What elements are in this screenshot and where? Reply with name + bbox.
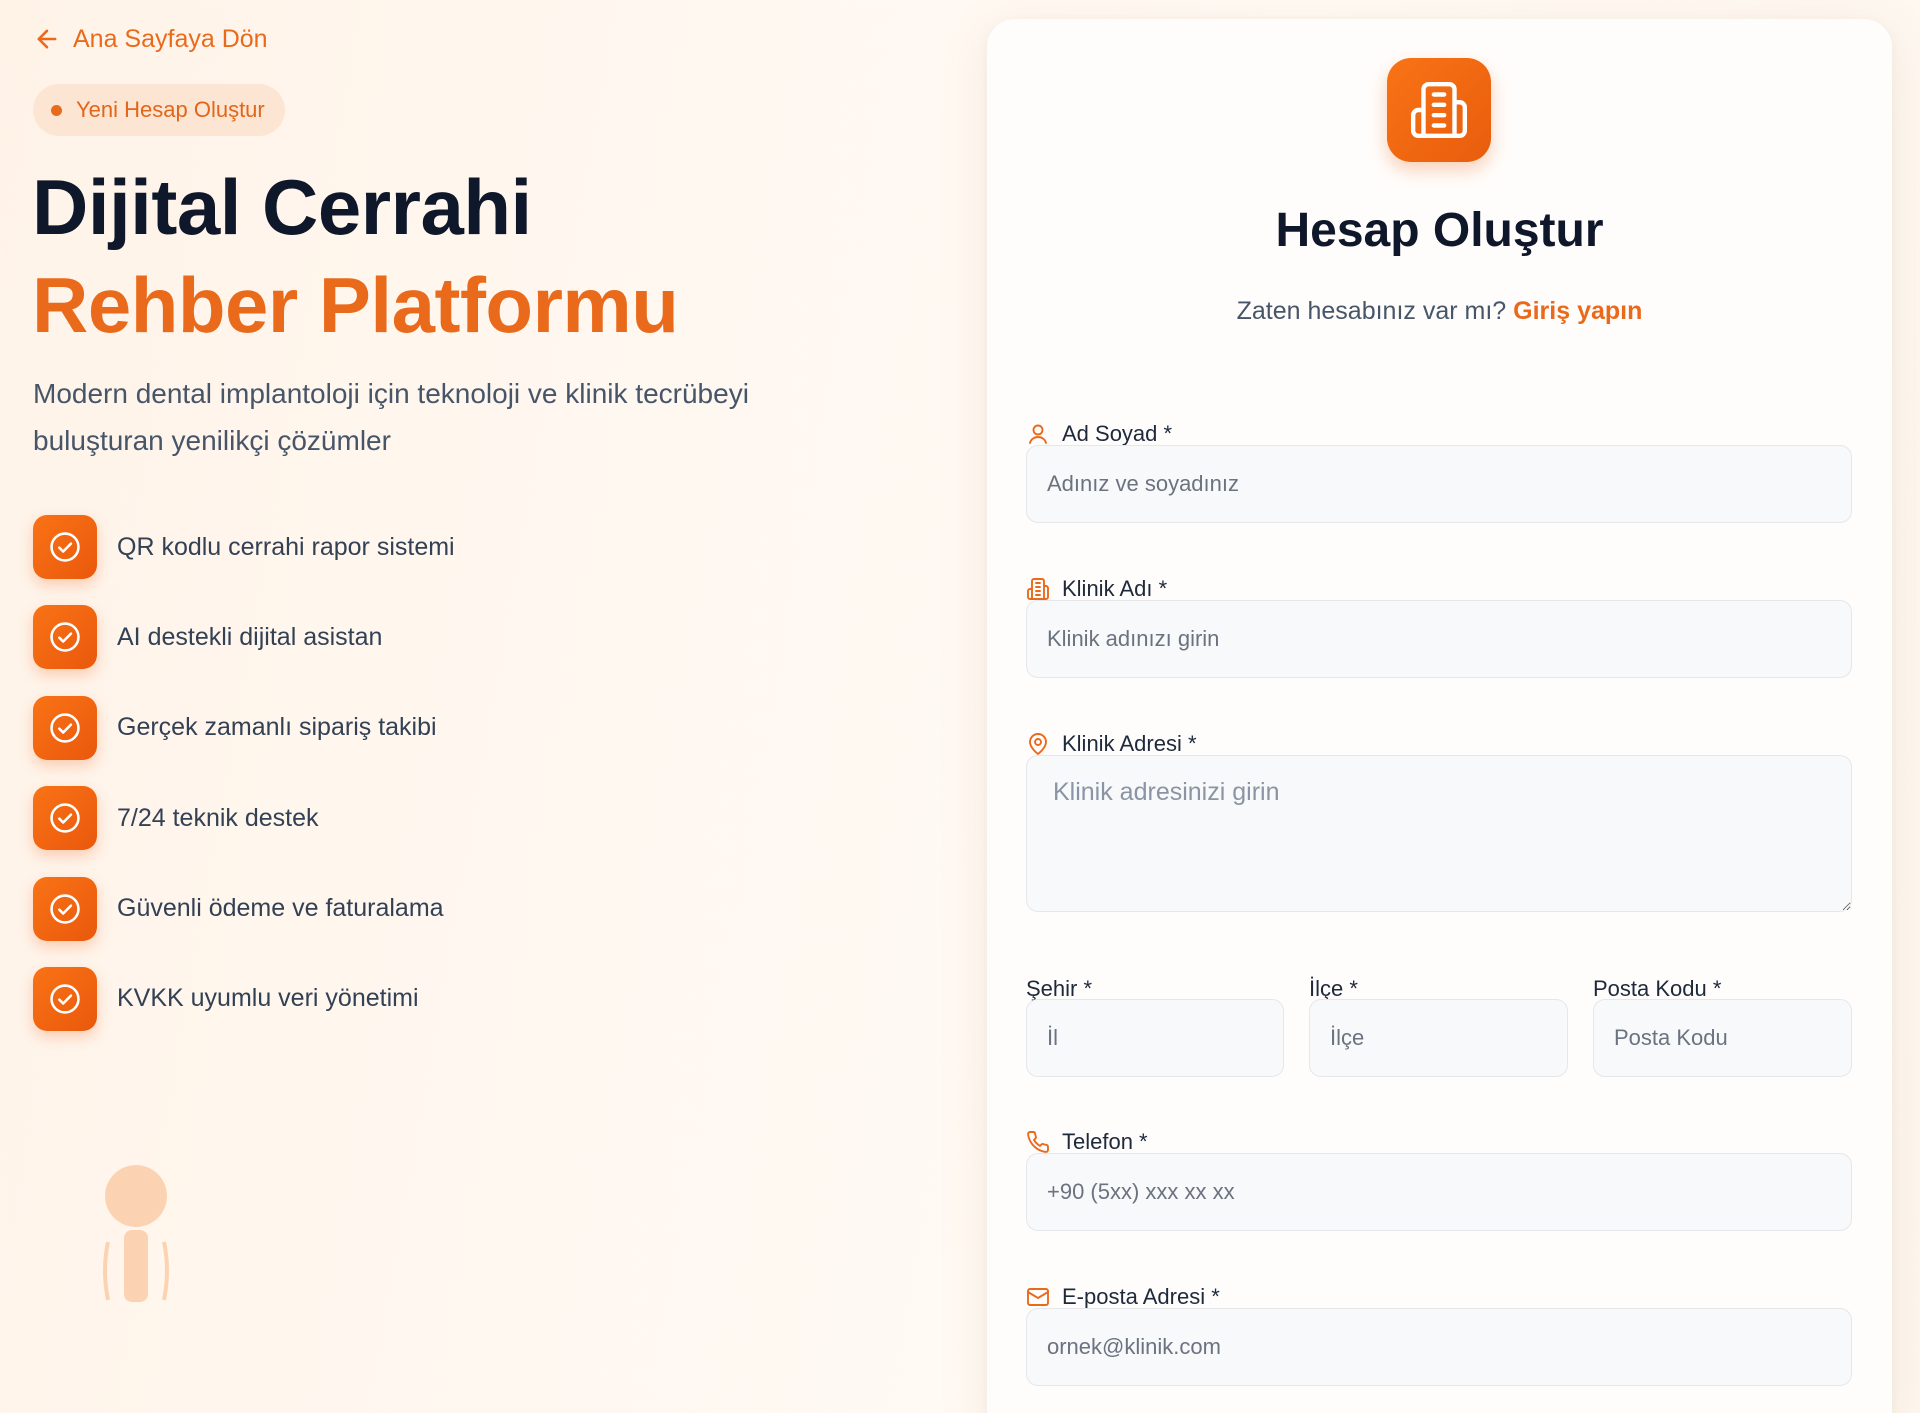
hero-description: Modern dental implantoloji için teknoloj… xyxy=(33,378,749,456)
feature-item: QR kodlu cerrahi rapor sistemi xyxy=(33,515,455,579)
phone-label-text: Telefon * xyxy=(1062,1129,1148,1154)
feature-label: Gerçek zamanlı sipariş takibi xyxy=(117,713,437,742)
postal-code-input[interactable] xyxy=(1593,999,1852,1077)
badge-dot-icon xyxy=(51,104,62,116)
login-link[interactable]: Giriş yapın xyxy=(1513,297,1642,325)
clinic-address-textarea[interactable] xyxy=(1026,755,1852,912)
city-input[interactable] xyxy=(1026,999,1284,1077)
hero-title-line2: Rehber Platformu xyxy=(32,261,679,349)
feature-label: AI destekli dijital asistan xyxy=(117,622,383,651)
phone-input[interactable] xyxy=(1026,1153,1852,1231)
hero-title-line1: Dijital Cerrahi xyxy=(32,163,532,251)
check-circle-icon xyxy=(33,876,97,941)
building-icon xyxy=(1027,578,1049,600)
feature-label: 7/24 teknik destek xyxy=(117,803,319,832)
form-title: Hesap Oluştur xyxy=(1275,204,1604,257)
feature-list: QR kodlu cerrahi rapor sistemi AI destek… xyxy=(33,515,455,1057)
check-circle-icon xyxy=(33,966,97,1031)
email-label-text: E-posta Adresi * xyxy=(1062,1284,1220,1309)
clinic-name-label-text: Klinik Adı * xyxy=(1062,576,1168,601)
feature-item: AI destekli dijital asistan xyxy=(33,605,455,670)
check-circle-icon xyxy=(33,605,97,670)
district-input[interactable] xyxy=(1309,999,1568,1077)
check-circle-icon xyxy=(33,786,97,851)
feature-item: 7/24 teknik destek xyxy=(33,786,455,851)
new-account-badge: Yeni Hesap Oluştur xyxy=(33,84,285,136)
clinic-name-input[interactable] xyxy=(1026,600,1852,678)
feature-item: Güvenli ödeme ve faturalama xyxy=(33,876,455,941)
check-circle-icon xyxy=(33,515,97,579)
hero-title: Dijital Cerrahi Rehber Platformu xyxy=(32,158,679,354)
user-icon xyxy=(1029,424,1047,444)
arrow-left-icon xyxy=(37,29,57,49)
left-panel: Ana Sayfaya Dön Yeni Hesap Oluştur Dijit… xyxy=(0,0,960,1413)
building-icon xyxy=(1410,81,1468,139)
full-name-label-text: Ad Soyad * xyxy=(1062,421,1173,446)
back-link-label: Ana Sayfaya Dön xyxy=(73,24,268,53)
signup-card: Hesap Oluştur Zaten hesabınız var mı? Gi… xyxy=(987,19,1892,1413)
implant-illustration-icon xyxy=(103,1165,169,1302)
feature-label: QR kodlu cerrahi rapor sistemi xyxy=(117,532,455,561)
mail-icon xyxy=(1027,1288,1049,1306)
feature-item: KVKK uyumlu veri yönetimi xyxy=(33,966,455,1031)
clinic-logo xyxy=(1387,58,1491,162)
feature-label: KVKK uyumlu veri yönetimi xyxy=(117,984,419,1013)
full-name-input[interactable] xyxy=(1026,445,1852,523)
check-circle-icon xyxy=(33,695,97,760)
clinic-address-label-text: Klinik Adresi * xyxy=(1062,731,1197,756)
phone-icon xyxy=(1027,1131,1049,1153)
map-pin-icon xyxy=(1029,733,1047,755)
login-prompt-text: Zaten hesabınız var mı? xyxy=(1236,297,1507,325)
login-prompt: Zaten hesabınız var mı? Giriş yapın xyxy=(987,297,1892,326)
badge-label: Yeni Hesap Oluştur xyxy=(76,97,265,122)
feature-label: Güvenli ödeme ve faturalama xyxy=(117,894,444,923)
email-input[interactable] xyxy=(1026,1308,1852,1386)
back-to-home-link[interactable]: Ana Sayfaya Dön xyxy=(33,21,268,57)
feature-item: Gerçek zamanlı sipariş takibi xyxy=(33,695,455,760)
